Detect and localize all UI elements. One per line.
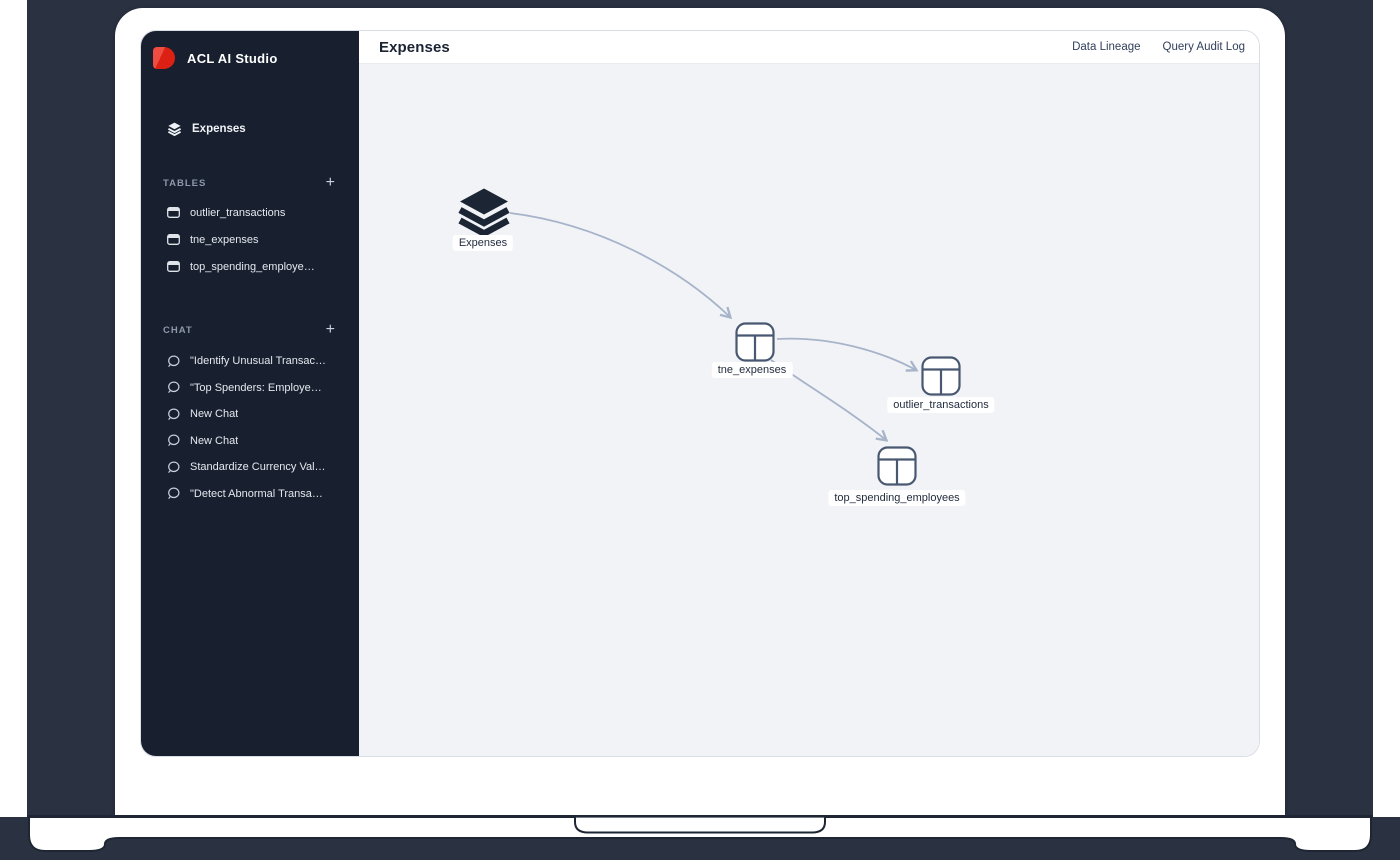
app-logo-icon (153, 47, 175, 69)
node-outlier-transactions[interactable] (921, 356, 961, 401)
hinge-notch (574, 817, 826, 834)
table-item-tne-expenses[interactable]: tne_expenses (141, 226, 359, 253)
chat-item[interactable]: New Chat (141, 401, 359, 428)
chat-item-label: "Detect Abnormal Transa… (190, 487, 323, 500)
layers-icon (167, 122, 182, 136)
main-area: Expenses Data Lineage Query Audit Log Ex… (359, 31, 1259, 756)
table-node-icon (921, 356, 961, 396)
node-tne-expenses[interactable] (735, 322, 775, 367)
node-top-spending-employees[interactable] (877, 446, 917, 491)
chat-item[interactable]: New Chat (141, 428, 359, 455)
chat-bubble-icon (168, 355, 180, 367)
laptop-screen: ACL AI Studio Expenses TABLES + outlier_… (115, 8, 1285, 815)
query-audit-log-link[interactable]: Query Audit Log (1163, 41, 1245, 53)
chat-item[interactable]: "Top Spenders: Employe… (141, 375, 359, 402)
node-label-outlier-transactions: outlier_transactions (887, 397, 995, 413)
chat-bubble-icon (168, 381, 180, 394)
table-item-label: top_spending_employe… (190, 260, 315, 273)
chat-item[interactable]: "Detect Abnormal Transa… (141, 481, 359, 508)
node-label-tne-expenses: tne_expenses (711, 362, 793, 378)
app-window: ACL AI Studio Expenses TABLES + outlier_… (140, 30, 1260, 757)
tables-section: TABLES + outlier_transactions tne_expens… (141, 175, 359, 280)
table-item-top-spending-employees[interactable]: top_spending_employe… (141, 253, 359, 280)
data-lineage-link[interactable]: Data Lineage (1072, 41, 1140, 53)
sidebar-item-expenses[interactable]: Expenses (141, 117, 359, 141)
brand-name: ACL AI Studio (187, 50, 278, 66)
chat-item[interactable]: "Identify Unusual Transac… (141, 348, 359, 375)
node-expenses[interactable] (458, 187, 510, 240)
page-background: ACL AI Studio Expenses TABLES + outlier_… (0, 0, 1400, 860)
page-title: Expenses (379, 38, 450, 56)
chat-bubble-icon (168, 434, 180, 447)
chat-bubble-icon (168, 461, 180, 473)
add-chat-button[interactable]: + (326, 322, 335, 338)
node-label-top-spending-employees: top_spending_employees (828, 490, 966, 506)
table-icon (167, 234, 180, 245)
chat-section-title: CHAT (163, 324, 193, 336)
app-header: Expenses Data Lineage Query Audit Log (359, 31, 1259, 64)
chat-section: CHAT + "Identify Unusual Transac… "Top S… (141, 322, 359, 507)
sidebar: ACL AI Studio Expenses TABLES + outlier_… (141, 31, 359, 756)
table-item-outlier-transactions[interactable]: outlier_transactions (141, 199, 359, 226)
chat-item-label: "Identify Unusual Transac… (190, 355, 326, 368)
node-label-expenses: Expenses (452, 235, 514, 251)
brand: ACL AI Studio (153, 45, 359, 71)
lineage-edges (509, 212, 1259, 756)
table-icon (167, 261, 180, 272)
chat-item-label: "Top Spenders: Employe… (190, 381, 322, 394)
lineage-canvas[interactable]: Expenses tne_expenses outlier_transactio… (359, 64, 1259, 756)
table-node-icon (735, 322, 775, 362)
table-item-label: tne_expenses (190, 233, 259, 246)
sidebar-item-label: Expenses (192, 123, 246, 135)
chat-item[interactable]: Standardize Currency Val… (141, 454, 359, 481)
add-table-button[interactable]: + (326, 175, 335, 191)
dataset-layers-icon (458, 188, 510, 238)
chat-bubble-icon (168, 487, 180, 500)
table-node-icon (877, 446, 917, 486)
chat-item-label: Standardize Currency Val… (190, 461, 326, 474)
table-item-label: outlier_transactions (190, 206, 286, 219)
chat-bubble-icon (168, 408, 180, 420)
chat-item-label: New Chat (190, 408, 239, 421)
table-icon (167, 207, 180, 218)
tables-section-title: TABLES (163, 177, 207, 189)
laptop-base (27, 815, 1373, 852)
chat-item-label: New Chat (190, 434, 239, 447)
